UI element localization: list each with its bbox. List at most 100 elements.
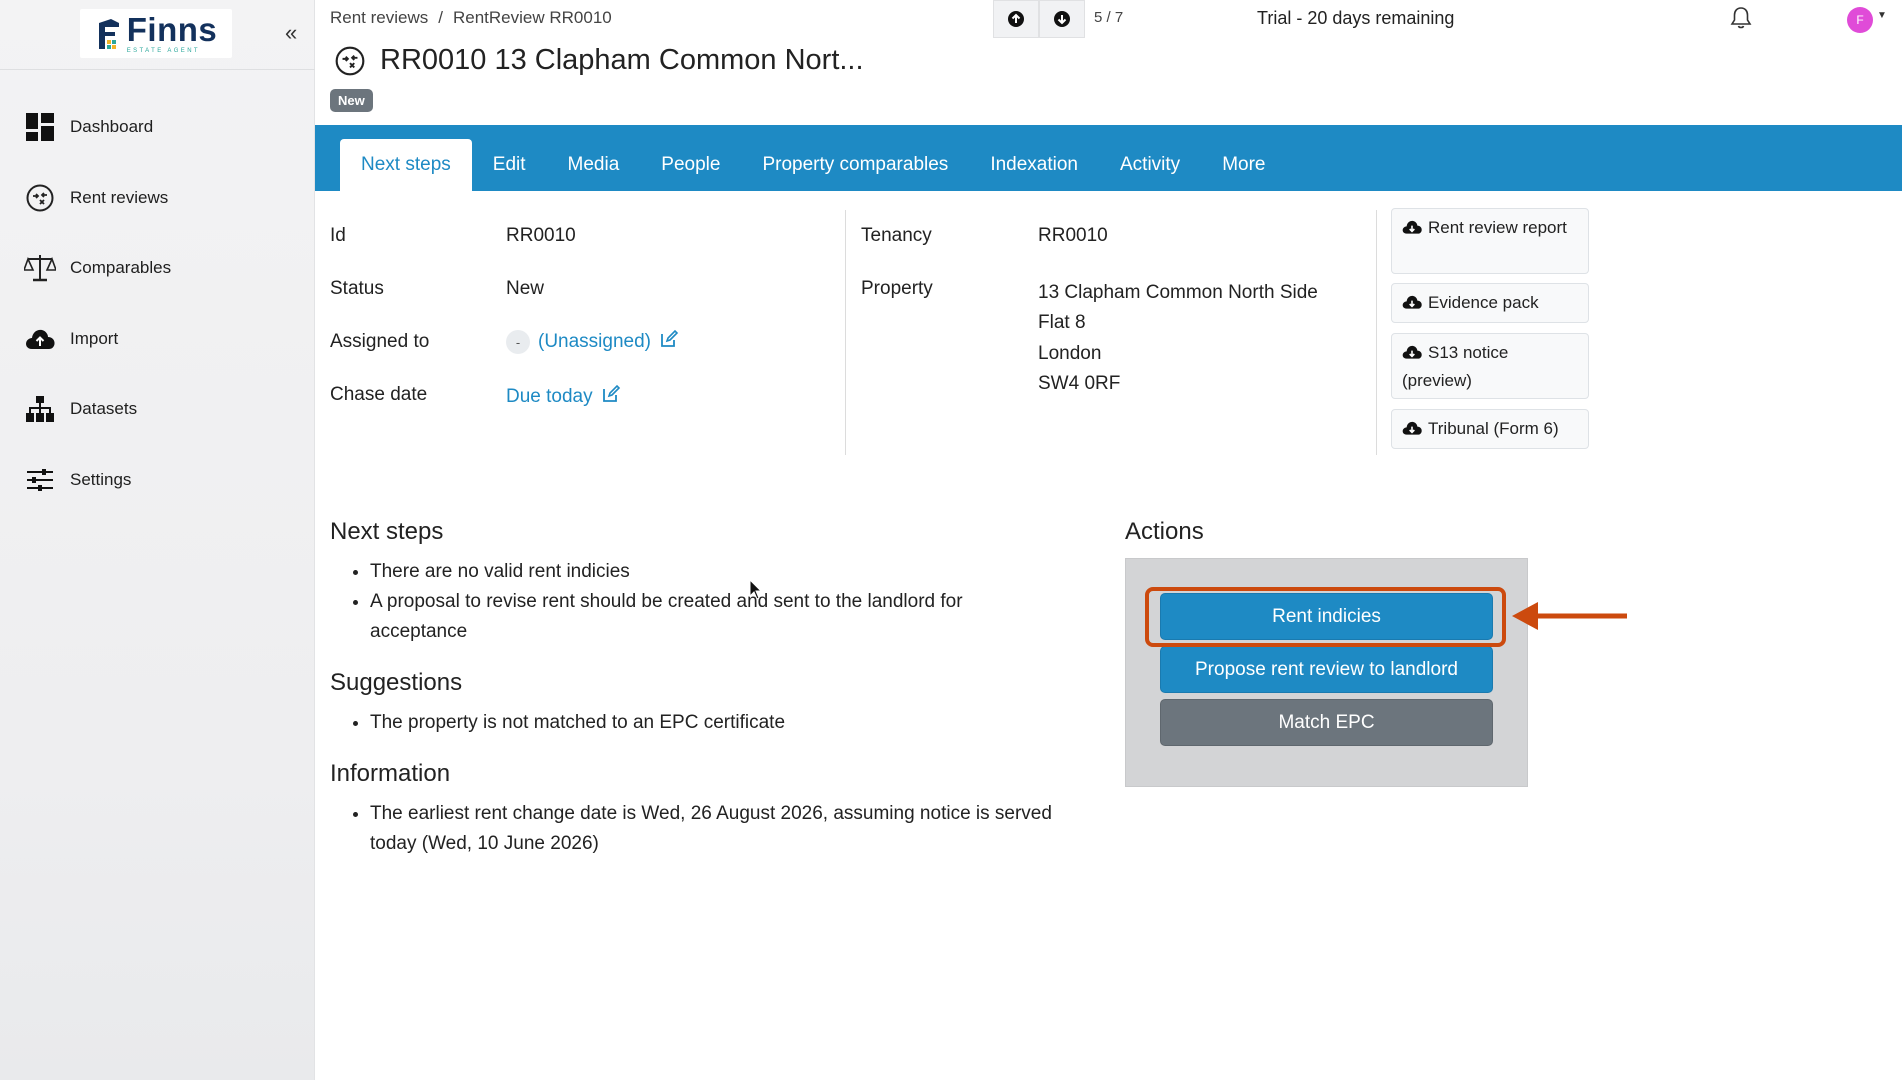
page-header: RR0010 13 Clapham Common Nort... [334, 44, 864, 77]
sidebar-item-dashboard[interactable]: Dashboard [0, 92, 315, 163]
address-line: SW4 0RF [1038, 372, 1121, 394]
rent-review-icon [335, 46, 365, 75]
button-label: Evidence pack [1428, 293, 1539, 312]
assignee-link[interactable]: (Unassigned) [538, 331, 651, 352]
page-title: RR0010 13 Clapham Common Nort... [380, 44, 864, 76]
tab-activity[interactable]: Activity [1099, 139, 1201, 191]
rent-reviews-icon [24, 182, 56, 214]
chase-date-group: Due today [506, 384, 621, 410]
address-line: London [1038, 342, 1102, 364]
logo-mark-icon [98, 18, 119, 49]
button-label: Tribunal (Form 6) [1428, 419, 1559, 438]
breadcrumb-link-rent-reviews[interactable]: Rent reviews [330, 8, 428, 28]
record-navigation [993, 0, 1085, 38]
information-heading: Information [330, 760, 451, 787]
sidebar-item-rent-reviews[interactable]: Rent reviews [0, 163, 315, 234]
sidebar-divider [0, 69, 315, 70]
tenancy-value: RR0010 [1038, 225, 1108, 246]
sidebar-item-label: Dashboard [70, 117, 154, 137]
sidebar-item-label: Datasets [70, 399, 138, 419]
assignee-avatar: - [506, 330, 530, 354]
next-steps-heading: Next steps [330, 518, 444, 545]
address-line: 13 Clapham Common North Side [1038, 282, 1318, 303]
next-record-button[interactable] [1039, 0, 1085, 38]
logo-tagline: ESTATE AGENT [126, 48, 201, 54]
tab-indexation[interactable]: Indexation [969, 139, 1099, 191]
evidence-pack-button[interactable]: Evidence pack [1391, 283, 1589, 323]
edit-chase-date-icon[interactable] [601, 384, 621, 410]
notifications-button[interactable] [1730, 6, 1752, 35]
cloud-download-icon [1402, 217, 1422, 243]
arrow-down-circle-icon [1054, 11, 1070, 27]
tab-edit[interactable]: Edit [472, 139, 547, 191]
sidebar-item-label: Import [70, 328, 119, 348]
bell-icon [1730, 7, 1752, 29]
edit-assignee-icon[interactable] [659, 329, 679, 355]
propose-rent-review-button[interactable]: Propose rent review to landlord [1160, 646, 1493, 693]
next-steps-list: There are no valid rent indicies A propo… [370, 557, 1060, 647]
assigned-value-group: - (Unassigned) [506, 329, 679, 355]
match-epc-button[interactable]: Match EPC [1160, 699, 1493, 746]
suggestions-heading: Suggestions [330, 669, 463, 696]
tab-people[interactable]: People [640, 139, 741, 191]
tab-media[interactable]: Media [547, 139, 641, 191]
app-logo[interactable]: Finns ESTATE AGENT [80, 9, 232, 58]
sitemap-icon [24, 393, 56, 425]
button-label: Rent review report [1428, 218, 1567, 237]
chase-date-link[interactable]: Due today [506, 386, 593, 407]
status-value: New [506, 278, 545, 299]
record-pager: 5 / 7 [1094, 9, 1124, 26]
tab-next-steps[interactable]: Next steps [340, 139, 472, 191]
annotation-arrow-icon [1512, 602, 1627, 630]
mouse-cursor-icon [749, 579, 763, 600]
sidebar: Finns ESTATE AGENT « Dashboard Rent revi… [0, 0, 315, 1080]
sidebar-item-label: Comparables [70, 258, 172, 278]
list-item: The earliest rent change date is Wed, 26… [370, 799, 1100, 859]
assigned-label: Assigned to [330, 331, 430, 352]
tab-bar: Next steps Edit Media People Property co… [315, 125, 1902, 191]
tribunal-form-button[interactable]: Tribunal (Form 6) [1391, 409, 1589, 449]
chevron-down-icon[interactable]: ▼ [1877, 10, 1887, 21]
list-item: The property is not matched to an EPC ce… [370, 708, 1070, 738]
sidebar-nav: Dashboard Rent reviews Comparables Impor… [0, 92, 315, 515]
logo-name: Finns [126, 11, 218, 48]
cloud-upload-icon [24, 323, 56, 355]
cloud-download-icon [1402, 292, 1422, 318]
property-label: Property [861, 278, 933, 299]
tenancy-label: Tenancy [861, 225, 932, 246]
previous-record-button[interactable] [993, 0, 1039, 38]
breadcrumb: Rent reviews / RentReview RR0010 [330, 8, 612, 28]
status-badge: New [330, 89, 373, 112]
column-divider [1376, 210, 1377, 455]
information-list: The earliest rent change date is Wed, 26… [370, 799, 1100, 859]
address-line: Flat 8 [1038, 312, 1086, 334]
sliders-icon [24, 464, 56, 496]
scales-icon [24, 252, 56, 284]
id-label: Id [330, 225, 346, 246]
actions-heading: Actions [1125, 518, 1204, 545]
sidebar-item-import[interactable]: Import [0, 304, 315, 375]
trial-status: Trial - 20 days remaining [1257, 8, 1455, 28]
suggestions-list: The property is not matched to an EPC ce… [370, 708, 1070, 738]
user-avatar[interactable]: F [1847, 7, 1873, 33]
breadcrumb-separator: / [438, 8, 443, 27]
cloud-download-icon [1402, 342, 1422, 368]
sidebar-item-settings[interactable]: Settings [0, 445, 315, 516]
cloud-download-icon [1402, 418, 1422, 444]
tab-property-comparables[interactable]: Property comparables [741, 139, 969, 191]
sidebar-item-label: Settings [70, 469, 132, 489]
id-value: RR0010 [506, 225, 576, 246]
column-divider [845, 210, 846, 455]
sidebar-item-label: Rent reviews [70, 187, 169, 207]
rent-review-report-button[interactable]: Rent review report [1391, 208, 1589, 274]
breadcrumb-current: RentReview RR0010 [453, 8, 612, 27]
s13-notice-button[interactable]: S13 notice (preview) [1391, 333, 1589, 399]
chase-date-label: Chase date [330, 384, 428, 405]
collapse-sidebar-button[interactable]: « [285, 20, 297, 46]
highlight-box [1145, 587, 1506, 647]
property-address: 13 Clapham Common North Side Flat 8 Lond… [1038, 278, 1318, 399]
sidebar-item-datasets[interactable]: Datasets [0, 374, 315, 445]
tab-more[interactable]: More [1201, 139, 1286, 191]
dashboard-icon [24, 111, 56, 143]
sidebar-item-comparables[interactable]: Comparables [0, 233, 315, 304]
